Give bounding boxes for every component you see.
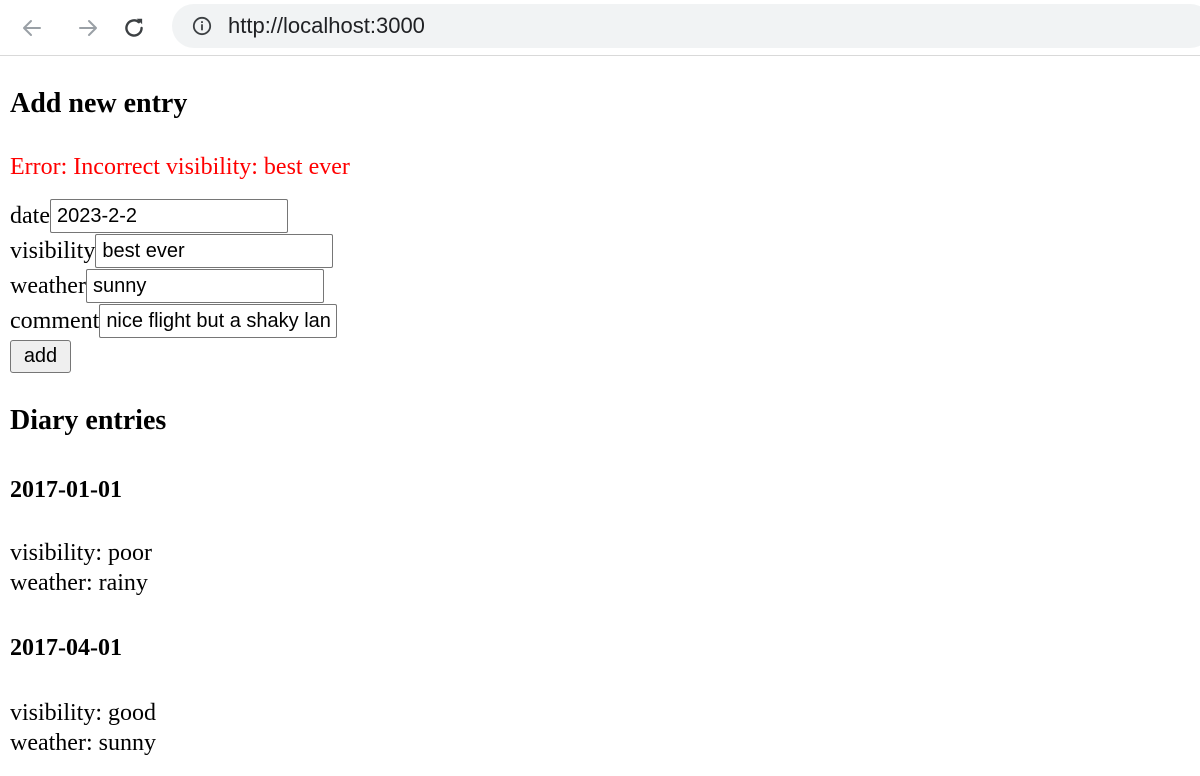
date-label: date [10, 203, 50, 229]
weather-row: weather [10, 269, 324, 303]
visibility-input[interactable] [95, 234, 334, 268]
back-button[interactable] [14, 10, 50, 46]
entry-weather: weather: rainy [10, 570, 148, 596]
entry-visibility: visibility: good [10, 700, 157, 726]
date-input[interactable] [49, 199, 288, 233]
weather-label: weather [10, 273, 86, 299]
visibility-row: visibility [10, 234, 334, 268]
reload-icon [125, 18, 143, 37]
arrow-left-icon [23, 20, 41, 36]
visibility-label: visibility [10, 238, 96, 264]
add-button[interactable]: add [10, 340, 71, 373]
entry-visibility: visibility: poor [10, 540, 153, 566]
reload-button[interactable] [116, 10, 152, 46]
date-row: date [10, 199, 288, 233]
error-message: Error: Incorrect visibility: best ever [10, 154, 350, 180]
comment-row: comment [10, 304, 338, 338]
forward-button[interactable] [70, 10, 106, 46]
info-icon[interactable] [192, 16, 212, 36]
arrow-right-icon [79, 20, 97, 36]
entry-date: 2017-04-01 [10, 635, 122, 661]
url-text[interactable]: http://localhost:3000 [228, 14, 425, 38]
diary-entries-title: Diary entries [10, 405, 167, 436]
address-bar[interactable]: http://localhost:3000 [172, 4, 1200, 48]
weather-input[interactable] [85, 269, 324, 303]
add-entry-title: Add new entry [10, 88, 188, 119]
comment-input[interactable] [99, 304, 338, 338]
entry-date: 2017-01-01 [10, 477, 122, 503]
browser-toolbar: http://localhost:3000 [0, 0, 1200, 56]
comment-label: comment [10, 308, 100, 334]
entry-weather: weather: sunny [10, 730, 156, 756]
